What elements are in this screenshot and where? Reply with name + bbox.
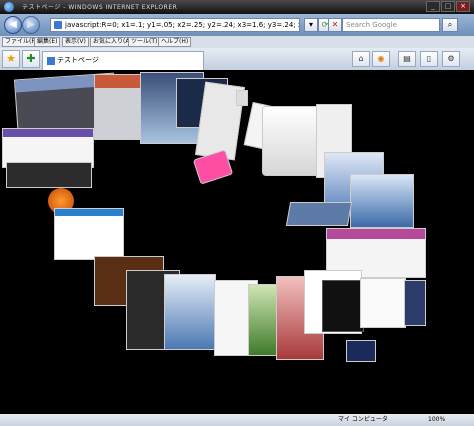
print-icon[interactable]: ▤ xyxy=(398,51,416,67)
window-title: テストページ - WINDOWS INTERNET EXPLORER xyxy=(22,4,178,11)
rss-feed-icon[interactable]: ◉ xyxy=(372,51,390,67)
thumbnail-card xyxy=(404,280,426,326)
navigation-bar: ◀ ▶ javascript:R=0; x1=.1; y1=.05; x2=.2… xyxy=(0,14,474,36)
page-content-area xyxy=(0,70,474,414)
page-menu-icon[interactable]: ▯ xyxy=(420,51,438,67)
title-bar: テストページ - WINDOWS INTERNET EXPLORER _ □ × xyxy=(0,0,474,14)
address-text: javascript:R=0; x1=.1; y1=.05; x2=.25; y… xyxy=(65,21,299,29)
thumbnail-card xyxy=(262,106,322,176)
page-icon xyxy=(47,57,55,65)
favorites-star-icon[interactable]: ★ xyxy=(2,50,20,68)
thumbnail-card xyxy=(346,340,376,362)
tab-test-page[interactable]: テストページ xyxy=(42,51,204,70)
forward-button[interactable]: ▶ xyxy=(22,16,40,34)
search-placeholder: Search Google xyxy=(346,21,397,29)
search-input[interactable]: Search Google xyxy=(342,18,440,32)
minimize-button[interactable]: _ xyxy=(426,1,440,12)
tab-label: テストページ xyxy=(57,56,99,64)
address-dropdown-button[interactable]: ▾ xyxy=(304,18,318,32)
thumbnail-card xyxy=(236,90,248,106)
thumbnail-card xyxy=(6,162,92,188)
thumbnail-card xyxy=(360,278,406,328)
menu-help[interactable]: ヘルプ(H) xyxy=(158,37,192,47)
home-icon[interactable]: ⌂ xyxy=(352,51,370,67)
thumbnail-card xyxy=(164,274,216,350)
security-zone-label: マイ コンピュータ xyxy=(338,416,388,423)
tab-bar: ★ ✚ テストページ ⌂ ◉ ▤ ▯ ⚙ xyxy=(0,48,474,70)
ie-logo-icon xyxy=(4,2,14,12)
menu-view[interactable]: 表示(V) xyxy=(62,37,89,47)
menu-bar: ファイル(F) 編集(E) 表示(V) お気に入り(A) ツール(T) ヘルプ(… xyxy=(0,36,474,48)
maximize-button[interactable]: □ xyxy=(441,1,455,12)
thumbnail-card xyxy=(322,280,364,332)
tools-gear-icon[interactable]: ⚙ xyxy=(442,51,460,67)
zoom-level[interactable]: 100% xyxy=(428,414,445,426)
thumbnail-card xyxy=(54,208,124,260)
menu-tools[interactable]: ツール(T) xyxy=(128,37,161,47)
stop-icon[interactable]: ✕ xyxy=(328,18,342,32)
page-icon xyxy=(54,21,62,29)
back-button[interactable]: ◀ xyxy=(4,16,22,34)
thumbnail-card xyxy=(248,284,278,356)
thumbnail-card xyxy=(350,174,414,228)
status-bar: マイ コンピュータ 100% xyxy=(0,414,474,426)
search-icon[interactable]: ⌕ xyxy=(442,18,458,32)
add-favorites-icon[interactable]: ✚ xyxy=(22,50,40,68)
address-bar[interactable]: javascript:R=0; x1=.1; y1=.05; x2=.25; y… xyxy=(50,18,300,32)
close-button[interactable]: × xyxy=(456,1,470,12)
thumbnail-card xyxy=(285,202,353,226)
menu-edit[interactable]: 編集(E) xyxy=(34,37,61,47)
